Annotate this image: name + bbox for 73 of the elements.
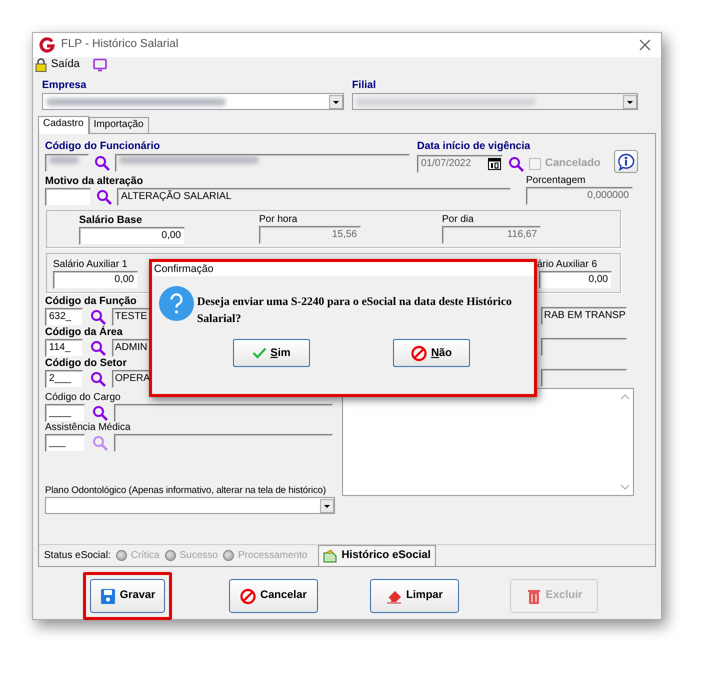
percentage-field[interactable]: 0,000000: [526, 187, 633, 205]
code-field[interactable]: 632_: [45, 308, 83, 326]
tab[interactable]: Cadastro: [38, 116, 89, 134]
action-button: Excluir: [510, 579, 598, 613]
field-label: ário Auxiliar 6: [537, 259, 598, 271]
search-icon[interactable]: [90, 371, 106, 387]
search-icon[interactable]: [90, 340, 106, 356]
status-radio: Crítica: [116, 550, 160, 562]
field-label: Por dia: [442, 214, 474, 226]
window-title: FLP - Histórico Salarial: [61, 38, 180, 52]
salary-field[interactable]: 116,67: [442, 226, 541, 244]
field-label: Código da Área: [45, 326, 123, 339]
cancelled-checkbox: Cancelado: [529, 156, 601, 170]
action-button[interactable]: Gravar: [90, 579, 165, 613]
field-label: Assistência Médica: [45, 422, 131, 434]
salary-field[interactable]: 0,00: [539, 271, 612, 289]
field-label: Data início de vigência: [417, 140, 530, 153]
field-label: Motivo da alteração: [45, 175, 144, 188]
trash-icon: [526, 588, 542, 604]
code-field[interactable]: ____: [45, 404, 85, 422]
prohibited-icon: [240, 588, 256, 604]
code-field[interactable]: 114_: [45, 339, 83, 357]
dialog-button[interactable]: Não: [393, 339, 470, 368]
field-label: Código do Setor: [45, 357, 127, 370]
dropdown-field[interactable]: [45, 497, 335, 514]
field-label: Por hora: [259, 214, 298, 226]
info-button[interactable]: [614, 150, 638, 173]
lock-icon: [35, 58, 47, 72]
field-label: Filial: [352, 79, 376, 92]
exit-button[interactable]: Saída: [35, 58, 80, 72]
document-icon: [323, 548, 338, 562]
checkmark-icon: [252, 347, 268, 360]
close-icon[interactable]: [639, 39, 651, 51]
status-radio: Sucesso: [164, 550, 218, 562]
reason-field[interactable]: ALTERAÇÃO SALARIAL: [117, 188, 511, 206]
question-icon: [159, 286, 194, 321]
history-button[interactable]: Histórico eSocial: [318, 544, 436, 566]
info-icon: [616, 152, 635, 170]
search-icon[interactable]: [90, 309, 106, 325]
calendar-icon[interactable]: [488, 158, 501, 170]
prohibited-icon: [411, 344, 428, 362]
code-field[interactable]: [45, 188, 91, 206]
date-field[interactable]: 01/07/2022: [417, 154, 503, 172]
app-logo-icon: [39, 37, 55, 53]
field-label: Salário Auxiliar 1: [53, 259, 128, 271]
search-icon[interactable]: [92, 405, 108, 421]
field-label: Empresa: [42, 79, 86, 92]
field-label: Plano Odontológico (Apenas informativo, alterar na tela de histórico): [45, 485, 326, 496]
tab[interactable]: Importação: [88, 117, 149, 133]
salary-field[interactable]: 15,56: [259, 226, 361, 244]
search-icon[interactable]: [96, 189, 112, 205]
search-icon[interactable]: [508, 156, 524, 172]
description-field[interactable]: [541, 369, 627, 387]
dropdown-field[interactable]: [42, 93, 344, 110]
field-label: Porcentagem: [526, 175, 586, 187]
code-field[interactable]: 2___: [45, 370, 83, 388]
dialog-button[interactable]: Sim: [233, 339, 310, 368]
field-label: Código do Cargo: [45, 392, 121, 404]
monitor-icon[interactable]: [92, 58, 108, 72]
action-button[interactable]: Cancelar: [229, 579, 318, 613]
field-label: Salário Base: [79, 214, 142, 227]
status-radio: Processamento: [222, 550, 308, 562]
field-label: Código do Funcionário: [45, 140, 160, 153]
code-field[interactable]: ___: [45, 434, 85, 452]
search-icon[interactable]: [94, 155, 110, 171]
salary-field[interactable]: 0,00: [79, 227, 185, 245]
salary-field[interactable]: 0,00: [53, 271, 138, 289]
dialog-title: Confirmação: [150, 260, 536, 276]
action-button[interactable]: Limpar: [370, 579, 459, 613]
dialog-message: Deseja enviar uma S-2240 para o eSocial na data deste Histórico Salarial?: [197, 295, 513, 327]
field-label: Status eSocial:: [44, 550, 111, 562]
description-field[interactable]: RAB EM TRANSP: [541, 307, 627, 325]
field-label: Código da Função: [45, 295, 137, 308]
